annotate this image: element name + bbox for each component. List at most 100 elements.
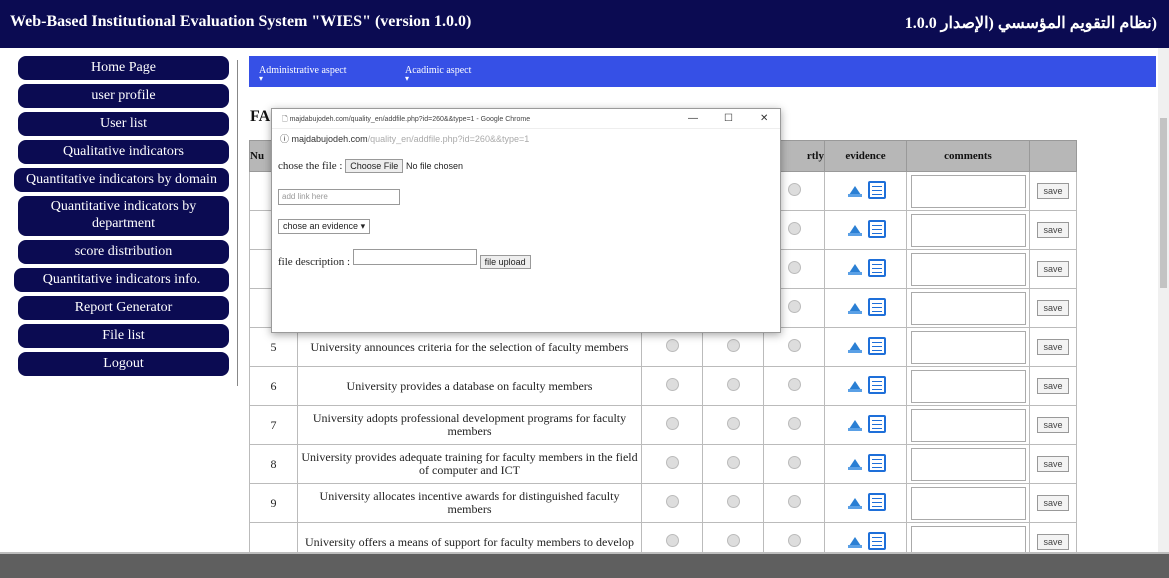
- upload-cloud-icon[interactable]: [846, 533, 864, 549]
- sidebar-item-quant-info[interactable]: Quantitative indicators info.: [14, 268, 229, 292]
- rating-radio[interactable]: [726, 377, 740, 391]
- evidence-select[interactable]: chose an evidence ▾: [278, 219, 371, 234]
- rating-radio[interactable]: [787, 533, 801, 547]
- evidence-list-icon[interactable]: [867, 414, 886, 433]
- col-comments: comments: [906, 140, 1030, 172]
- evidence-list-icon[interactable]: [867, 492, 886, 511]
- evidence-list-icon[interactable]: [867, 531, 886, 550]
- save-button[interactable]: save: [1037, 183, 1069, 199]
- save-button[interactable]: save: [1037, 222, 1069, 238]
- rating-radio[interactable]: [787, 455, 801, 469]
- comment-textarea[interactable]: [910, 447, 1026, 481]
- rating-radio[interactable]: [787, 182, 801, 196]
- rating-radio[interactable]: [665, 377, 679, 391]
- rating-radio[interactable]: [787, 377, 801, 391]
- evidence-list-icon[interactable]: [867, 258, 886, 277]
- rating-radio[interactable]: [787, 416, 801, 430]
- upload-cloud-icon[interactable]: [846, 455, 864, 471]
- evidence-select-value: chose an evidence: [283, 221, 359, 231]
- nav-administrative[interactable]: ▾ Administrative aspect: [259, 65, 346, 83]
- minimize-icon[interactable]: —: [688, 113, 698, 124]
- evidence-list-icon[interactable]: [867, 453, 886, 472]
- rating-radio[interactable]: [665, 533, 679, 547]
- file-upload-button[interactable]: file upload: [479, 255, 531, 269]
- sidebar-item-quant-department[interactable]: Quantitative indicators by department: [18, 196, 229, 236]
- rating-cell: [763, 327, 825, 367]
- rating-radio[interactable]: [787, 299, 801, 313]
- rating-radio[interactable]: [726, 338, 740, 352]
- rating-radio[interactable]: [726, 533, 740, 547]
- upload-cloud-icon[interactable]: [846, 338, 864, 354]
- sidebar-item-user-list[interactable]: User list: [18, 112, 229, 136]
- rating-radio[interactable]: [787, 260, 801, 274]
- file-upload-popup: 🗋 majdabujodeh.com/quality_en/addfile.ph…: [271, 108, 781, 333]
- upload-cloud-icon[interactable]: [846, 221, 864, 237]
- sidebar-item-logout[interactable]: Logout: [18, 352, 229, 376]
- comment-cell: [906, 249, 1030, 289]
- sidebar-item-qualitative[interactable]: Qualitative indicators: [18, 140, 229, 164]
- aspect-nav: ▾ Administrative aspect ▾ Acadimic aspect: [249, 56, 1156, 87]
- save-button[interactable]: save: [1037, 417, 1069, 433]
- choose-file-row: chose the file : Choose File No file cho…: [278, 159, 463, 173]
- evidence-list-icon[interactable]: [867, 336, 886, 355]
- comment-textarea[interactable]: [910, 486, 1026, 520]
- comment-textarea[interactable]: [910, 369, 1026, 403]
- evidence-list-icon[interactable]: [867, 219, 886, 238]
- link-input[interactable]: add link here: [278, 189, 400, 205]
- choose-file-button[interactable]: Choose File: [345, 159, 404, 173]
- rating-radio[interactable]: [665, 455, 679, 469]
- upload-cloud-icon[interactable]: [846, 494, 864, 510]
- page-scrollbar[interactable]: [1158, 48, 1169, 552]
- upload-cloud-icon[interactable]: [846, 299, 864, 315]
- rating-cell: [702, 483, 764, 523]
- comment-textarea[interactable]: [910, 291, 1026, 325]
- save-button[interactable]: save: [1037, 495, 1069, 511]
- save-button[interactable]: save: [1037, 534, 1069, 550]
- save-cell: save: [1029, 483, 1077, 523]
- sidebar-item-home[interactable]: Home Page: [18, 56, 229, 80]
- rating-radio[interactable]: [726, 455, 740, 469]
- rating-radio[interactable]: [665, 416, 679, 430]
- comment-cell: [906, 366, 1030, 406]
- comment-textarea[interactable]: [910, 174, 1026, 208]
- comment-textarea[interactable]: [910, 213, 1026, 247]
- sidebar-item-quant-domain[interactable]: Quantitative indicators by domain: [14, 168, 229, 192]
- upload-cloud-icon[interactable]: [846, 182, 864, 198]
- upload-cloud-icon[interactable]: [846, 260, 864, 276]
- comment-textarea[interactable]: [910, 252, 1026, 286]
- evidence-list-icon[interactable]: [867, 375, 886, 394]
- popup-address-bar[interactable]: ⓘ majdabujodeh.com/quality_en/addfile.ph…: [272, 129, 780, 147]
- save-button[interactable]: save: [1037, 456, 1069, 472]
- save-button[interactable]: save: [1037, 339, 1069, 355]
- rating-cell: [641, 444, 703, 484]
- description-input[interactable]: [352, 249, 477, 265]
- comment-textarea[interactable]: [910, 408, 1026, 442]
- rating-radio[interactable]: [726, 494, 740, 508]
- upload-cloud-icon[interactable]: [846, 377, 864, 393]
- evidence-list-icon[interactable]: [867, 180, 886, 199]
- maximize-icon[interactable]: ☐: [724, 113, 733, 124]
- nav-academic[interactable]: ▾ Acadimic aspect: [405, 65, 471, 83]
- rating-radio[interactable]: [665, 494, 679, 508]
- rating-radio[interactable]: [787, 494, 801, 508]
- save-cell: save: [1029, 288, 1077, 328]
- rating-cell: [702, 405, 764, 445]
- save-button[interactable]: save: [1037, 378, 1069, 394]
- rating-radio[interactable]: [665, 338, 679, 352]
- comment-textarea[interactable]: [910, 330, 1026, 364]
- evidence-list-icon[interactable]: [867, 297, 886, 316]
- save-button[interactable]: save: [1037, 300, 1069, 316]
- rating-radio[interactable]: [787, 338, 801, 352]
- rating-radio[interactable]: [787, 221, 801, 235]
- upload-cloud-icon[interactable]: [846, 416, 864, 432]
- sidebar-item-score-distribution[interactable]: score distribution: [18, 240, 229, 264]
- sidebar-item-file-list[interactable]: File list: [18, 324, 229, 348]
- close-icon[interactable]: ✕: [760, 113, 768, 124]
- rating-radio[interactable]: [726, 416, 740, 430]
- scrollbar-thumb[interactable]: [1160, 118, 1167, 288]
- sidebar-item-user-profile[interactable]: user profile: [18, 84, 229, 108]
- save-cell: save: [1029, 249, 1077, 289]
- row-indicator: University announces criteria for the se…: [297, 327, 642, 367]
- save-button[interactable]: save: [1037, 261, 1069, 277]
- sidebar-item-report-generator[interactable]: Report Generator: [18, 296, 229, 320]
